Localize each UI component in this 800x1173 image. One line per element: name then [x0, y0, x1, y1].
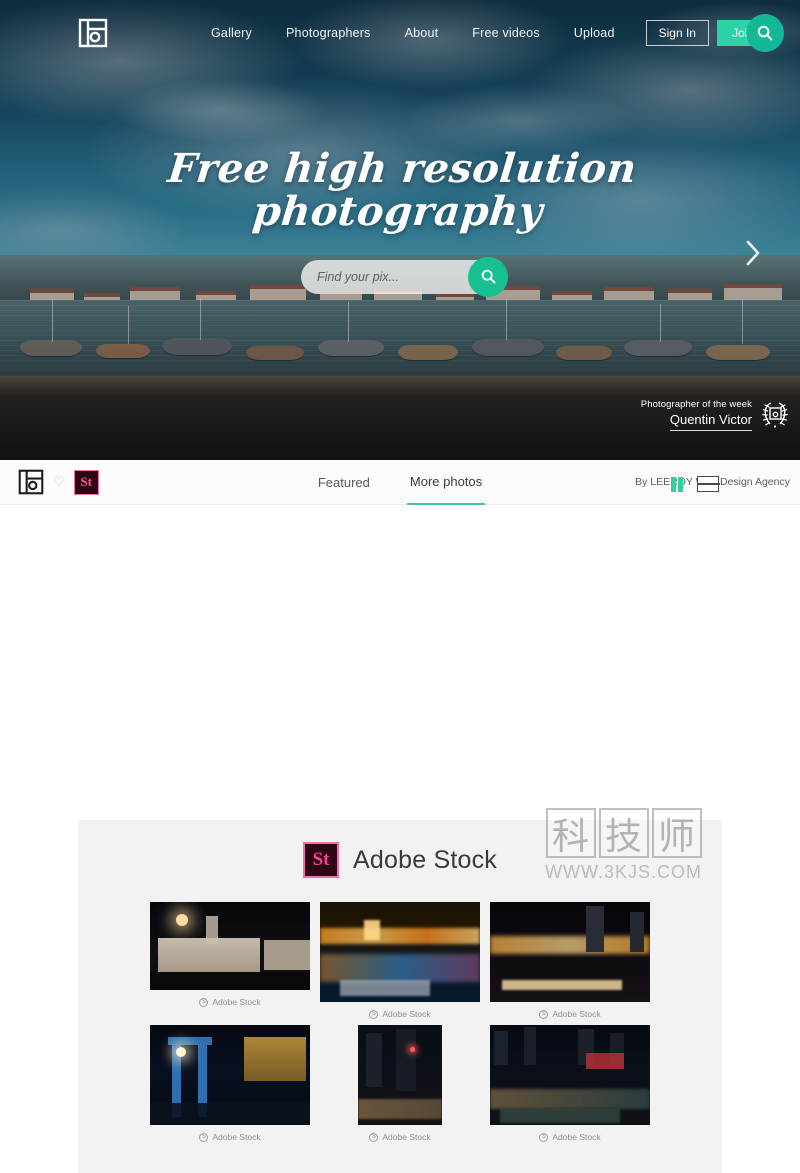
dollar-icon: $ — [199, 1132, 209, 1142]
gallery-tab-bar: ♡ St Featured More photos By LEEROY Web … — [0, 460, 800, 505]
thumbnail-caption: $ Adobe Stock — [539, 1009, 601, 1019]
dollar-icon: $ — [369, 1132, 379, 1142]
agency-credit: By LEEROY Web Design Agency — [635, 476, 790, 492]
watermark-url: WWW.3KJS.COM — [545, 862, 702, 882]
hero-title: Free high resolution photography — [0, 145, 800, 235]
watermark-char-3: 师 — [651, 808, 702, 858]
tab-more-photos[interactable]: More photos — [406, 460, 486, 505]
web-design-mark-icon — [696, 476, 720, 492]
camera-square-logo-icon[interactable] — [76, 16, 110, 50]
thumbnail-caption-text: Adobe Stock — [382, 1132, 431, 1142]
adobe-stock-thumbnail-5[interactable] — [358, 1025, 442, 1125]
nav-search-button[interactable] — [746, 14, 784, 52]
hero-search-bar — [301, 256, 508, 297]
thumbnail-caption-text: Adobe Stock — [382, 1009, 431, 1019]
tab-featured[interactable]: Featured — [315, 460, 373, 505]
adobe-stock-thumbnail-1[interactable] — [150, 902, 310, 990]
nav-link-photographers[interactable]: Photographers — [269, 26, 388, 40]
thumbnail-caption: $ Adobe Stock — [369, 1132, 431, 1142]
chevron-right-icon — [746, 240, 760, 266]
thumbnail-cell: $ Adobe Stock — [150, 902, 310, 1019]
thumbnail-caption-text: Adobe Stock — [552, 1009, 601, 1019]
hero-next-slide-arrow[interactable] — [744, 238, 762, 268]
thumbnail-caption-text: Adobe Stock — [552, 1132, 601, 1142]
adobe-stock-title: Adobe Stock — [353, 845, 497, 874]
adobe-stock-thumbnail-4[interactable] — [150, 1025, 310, 1125]
dollar-icon: $ — [539, 1009, 549, 1019]
thumbnail-caption: $ Adobe Stock — [369, 1009, 431, 1019]
leeroy-logo-icon — [671, 477, 697, 492]
laurel-wreath-award-icon — [758, 398, 792, 432]
adobe-stock-thumbnail-6[interactable] — [490, 1025, 650, 1125]
dollar-icon: $ — [199, 997, 209, 1007]
top-navigation-bar: Gallery Photographers About Free videos … — [0, 0, 800, 66]
nav-link-gallery[interactable]: Gallery — [194, 26, 269, 40]
thumbnail-cell: $ Adobe Stock — [320, 1025, 480, 1142]
adobe-stock-badge-large: St — [303, 842, 340, 878]
thumbnail-caption-text: Adobe Stock — [212, 997, 261, 1007]
search-icon — [481, 269, 495, 284]
watermark-char-1: 科 — [545, 808, 596, 858]
sign-in-button[interactable]: Sign In — [645, 20, 709, 46]
thumbnail-caption: $ Adobe Stock — [539, 1132, 601, 1142]
watermark-characters: 科 技 师 — [545, 808, 702, 858]
thumbnail-caption: $ Adobe Stock — [199, 1132, 261, 1142]
adobe-stock-thumbnail-2[interactable] — [320, 902, 480, 1002]
page-root: Gallery Photographers About Free videos … — [0, 0, 800, 1173]
hero-section: Gallery Photographers About Free videos … — [0, 0, 800, 460]
watermark-char-2: 技 — [598, 808, 649, 858]
hero-title-line-1: Free high resolution — [165, 145, 639, 192]
photographer-of-the-week-label: Photographer of the week — [640, 399, 752, 410]
thumbnail-caption: $ Adobe Stock — [199, 997, 261, 1007]
adobe-stock-thumbnail-grid: $ Adobe Stock $ Adobe Stock $ Adobe Stoc… — [78, 878, 722, 1142]
photo-gallery: VESTIR BEM E BARATO SÓ AQUI São Bento — [0, 505, 800, 1173]
thumbnail-cell: $ Adobe Stock — [150, 1025, 310, 1142]
adobe-stock-thumbnail-3[interactable] — [490, 902, 650, 1002]
nav-link-upload[interactable]: Upload — [557, 26, 632, 40]
site-watermark: 科 技 师 WWW.3KJS.COM — [545, 808, 702, 883]
thumbnail-cell: $ Adobe Stock — [490, 1025, 650, 1142]
photographer-of-the-week-name: Quentin Victor — [669, 412, 752, 431]
hero-search-submit-button[interactable] — [468, 256, 508, 297]
nav-links: Gallery Photographers About Free videos … — [194, 20, 769, 46]
dollar-icon: $ — [369, 1009, 379, 1019]
thumbnail-cell: $ Adobe Stock — [320, 902, 480, 1019]
dollar-icon: $ — [539, 1132, 549, 1142]
search-icon — [757, 25, 773, 41]
hero-title-line-2: photography — [250, 187, 546, 235]
thumbnail-caption-text: Adobe Stock — [212, 1132, 261, 1142]
photographer-of-the-week-badge[interactable]: Photographer of the week Quentin Victor — [641, 398, 792, 432]
thumbnail-cell: $ Adobe Stock — [490, 902, 650, 1019]
hero-center-content: Free high resolution photography — [0, 145, 800, 297]
nav-link-free-videos[interactable]: Free videos — [455, 26, 557, 40]
nav-link-about[interactable]: About — [388, 26, 456, 40]
